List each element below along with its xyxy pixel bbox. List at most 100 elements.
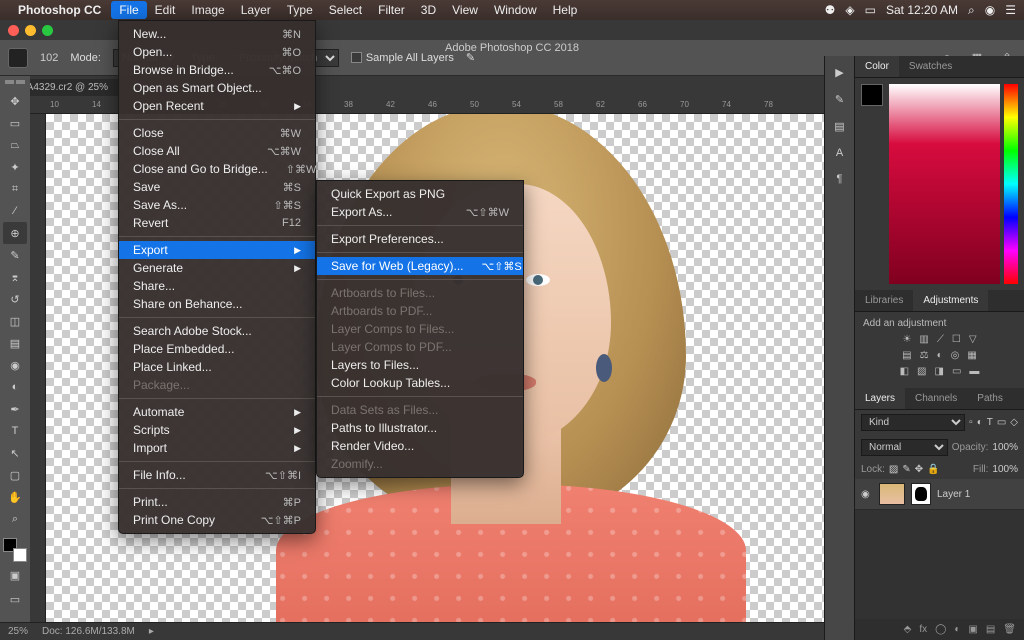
exposure-icon[interactable]: ☐: [952, 334, 961, 345]
menuitem-automate[interactable]: Automate▶: [119, 403, 315, 421]
menu-view[interactable]: View: [444, 1, 486, 19]
menubar-clock[interactable]: Sat 12:20 AM: [886, 3, 958, 17]
brushset-panel-icon[interactable]: ▤: [834, 120, 844, 133]
window-close-button[interactable]: [8, 25, 19, 36]
siri-icon[interactable]: ◉: [985, 3, 995, 17]
char-panel-icon[interactable]: A: [836, 147, 843, 159]
window-minimize-button[interactable]: [25, 25, 36, 36]
move-tool[interactable]: ✥: [3, 90, 27, 112]
menuitem-close-all[interactable]: Close All⌥⌘W: [119, 142, 315, 160]
layer-name[interactable]: Layer 1: [937, 489, 970, 500]
adjustments-tab[interactable]: Adjustments: [913, 290, 988, 311]
menuitem-export[interactable]: Export▶: [119, 241, 315, 259]
hue-slider[interactable]: [1004, 84, 1018, 284]
vibrance-icon[interactable]: ▽: [969, 334, 977, 345]
battery-icon[interactable]: ▭: [865, 3, 876, 17]
sel-color-icon[interactable]: ▬: [969, 366, 979, 377]
chmix-icon[interactable]: ▦: [967, 350, 976, 361]
layer-mask-thumbnail[interactable]: [911, 483, 931, 505]
wifi-icon[interactable]: ⚉: [825, 3, 836, 17]
menu-edit[interactable]: Edit: [147, 1, 184, 19]
quickmask-icon[interactable]: ▣: [3, 564, 27, 586]
layer-filter-kind[interactable]: Kind: [861, 414, 965, 431]
fx-icon[interactable]: fx: [919, 624, 927, 635]
menuitem-place-embedded[interactable]: Place Embedded...: [119, 340, 315, 358]
eyedrop-tool[interactable]: ⁄: [3, 200, 27, 222]
new-layer-icon[interactable]: ▤: [986, 624, 995, 635]
new-adjust-icon[interactable]: ◐: [954, 624, 960, 635]
new-group-icon[interactable]: ▣: [968, 624, 977, 635]
menu-window[interactable]: Window: [486, 1, 545, 19]
brightness-icon[interactable]: ☀: [902, 334, 911, 345]
fg-color-chip[interactable]: [861, 84, 883, 106]
gradient-tool[interactable]: ▤: [3, 332, 27, 354]
brush-size[interactable]: 102: [40, 52, 58, 64]
screenmode-icon[interactable]: ▭: [3, 588, 27, 610]
zoom-level[interactable]: 25%: [8, 626, 28, 637]
levels-icon[interactable]: ▥: [919, 334, 928, 345]
menuitem-scripts[interactable]: Scripts▶: [119, 421, 315, 439]
menu-image[interactable]: Image: [183, 1, 232, 19]
color-field[interactable]: [889, 84, 1000, 284]
menu-file[interactable]: File: [111, 1, 146, 19]
signal-icon[interactable]: ◈: [845, 3, 854, 17]
lock-pos-icon[interactable]: ✥: [915, 464, 923, 475]
para-panel-icon[interactable]: ¶: [837, 173, 843, 185]
doc-info[interactable]: Doc: 126.6M/133.8M: [42, 626, 135, 637]
menuitem-paths-to-illustrator[interactable]: Paths to Illustrator...: [317, 419, 523, 437]
hue-icon[interactable]: ▤: [902, 350, 911, 361]
lock-paint-icon[interactable]: ✎: [902, 464, 910, 475]
menuitem-share[interactable]: Share...: [119, 277, 315, 295]
filter-adjust-icon[interactable]: ◐: [977, 417, 983, 428]
swatches-tab[interactable]: Swatches: [899, 56, 962, 77]
opacity-value[interactable]: 100%: [992, 442, 1018, 453]
colbal-icon[interactable]: ⚖: [920, 350, 929, 361]
sample-all-layers[interactable]: Sample All Layers: [351, 52, 454, 64]
libraries-tab[interactable]: Libraries: [855, 290, 913, 311]
menuitem-generate[interactable]: Generate▶: [119, 259, 315, 277]
menuitem-print[interactable]: Print...⌘P: [119, 493, 315, 511]
menuitem-file-info[interactable]: File Info...⌥⇧⌘I: [119, 466, 315, 484]
hand-tool[interactable]: ✋: [3, 486, 27, 508]
mask-icon[interactable]: ◯: [935, 624, 946, 635]
menuitem-export-preferences[interactable]: Export Preferences...: [317, 230, 523, 248]
menuitem-new[interactable]: New...⌘N: [119, 25, 315, 43]
menu-3d[interactable]: 3D: [413, 1, 444, 19]
filter-shape-icon[interactable]: ▭: [997, 417, 1006, 428]
menuitem-print-one-copy[interactable]: Print One Copy⌥⇧⌘P: [119, 511, 315, 529]
delete-layer-icon[interactable]: 🗑: [1003, 624, 1016, 635]
menuitem-quick-export-as-png[interactable]: Quick Export as PNG: [317, 185, 523, 203]
menuitem-save-as[interactable]: Save As...⇧⌘S: [119, 196, 315, 214]
menuitem-color-lookup-tables[interactable]: Color Lookup Tables...: [317, 374, 523, 392]
dodge-tool[interactable]: ◐: [3, 376, 27, 398]
menuitem-import[interactable]: Import▶: [119, 439, 315, 457]
invert-icon[interactable]: ◧: [900, 366, 909, 377]
fill-value[interactable]: 100%: [992, 464, 1018, 475]
filter-image-icon[interactable]: ▫: [969, 417, 973, 428]
app-name[interactable]: Photoshop CC: [18, 3, 101, 17]
wand-tool[interactable]: ✦: [3, 156, 27, 178]
curves-icon[interactable]: ⟋: [937, 334, 944, 345]
menuitem-place-linked[interactable]: Place Linked...: [119, 358, 315, 376]
menuitem-close[interactable]: Close⌘W: [119, 124, 315, 142]
channels-tab[interactable]: Channels: [905, 388, 967, 409]
menuitem-layers-to-files[interactable]: Layers to Files...: [317, 356, 523, 374]
history-panel-icon[interactable]: ▶: [835, 66, 843, 79]
marquee-tool[interactable]: ▭: [3, 112, 27, 134]
notification-icon[interactable]: ☰: [1005, 3, 1016, 17]
crop-tool[interactable]: ⌗: [3, 178, 27, 200]
poster-icon[interactable]: ▨: [917, 366, 926, 377]
menuitem-export-as[interactable]: Export As...⌥⇧⌘W: [317, 203, 523, 221]
brush-panel-icon[interactable]: ✎: [835, 93, 844, 106]
eraser-tool[interactable]: ◫: [3, 310, 27, 332]
menuitem-open[interactable]: Open...⌘O: [119, 43, 315, 61]
menu-type[interactable]: Type: [279, 1, 321, 19]
photo-filter-icon[interactable]: ◎: [951, 350, 960, 361]
menu-select[interactable]: Select: [321, 1, 370, 19]
blend-mode-select[interactable]: Normal: [861, 439, 948, 456]
foreground-background-colors[interactable]: [3, 538, 27, 562]
menu-help[interactable]: Help: [545, 1, 586, 19]
menuitem-close-and-go-to-bridge[interactable]: Close and Go to Bridge...⇧⌘W: [119, 160, 315, 178]
paths-tab[interactable]: Paths: [967, 388, 1013, 409]
thresh-icon[interactable]: ◨: [935, 366, 944, 377]
